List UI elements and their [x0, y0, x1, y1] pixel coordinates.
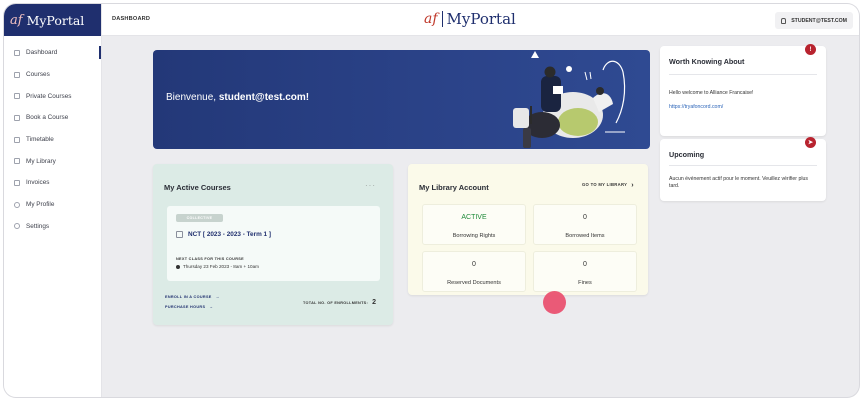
next-class-value: Thursday 23 Feb 2023 - 8am + 10am — [176, 264, 259, 269]
sidebar-nav: Dashboard Courses Private Courses Book a… — [4, 36, 101, 237]
sidebar-item-label: My Library — [26, 157, 56, 165]
library-icon — [14, 158, 20, 165]
brand-logo[interactable]: af MyPortal — [4, 4, 101, 36]
sidebar-item-label: Invoices — [26, 179, 50, 187]
arrow-right-icon: → — [209, 305, 214, 309]
sidebar-item-label: Timetable — [26, 136, 54, 144]
card-title: Upcoming — [669, 150, 705, 159]
enroll-link-label: ENROLL IN A COURSE — [165, 295, 212, 299]
stat-value: 0 — [583, 261, 587, 268]
stat-label: Fines — [578, 280, 592, 286]
calendar-icon — [14, 136, 20, 143]
borrowing-rights-stat: ACTIVE Borrowing Rights — [422, 204, 526, 245]
card-title: Worth Knowing About — [669, 57, 745, 66]
divider — [669, 165, 817, 166]
sidebar-item-profile[interactable]: My Profile — [4, 194, 101, 216]
stat-value: ACTIVE — [461, 214, 487, 221]
brand-mark: af — [10, 12, 23, 28]
sidebar-item-label: Private Courses — [26, 92, 72, 100]
enroll-link[interactable]: ENROLL IN A COURSE → — [165, 295, 220, 299]
course-type-badge: COLLECTIVE — [176, 214, 223, 222]
brand-name: MyPortal — [26, 12, 85, 28]
upcoming-card: ➤ Upcoming Aucun événement actif pour le… — [660, 137, 826, 201]
user-menu-button[interactable]: STUDENT@TEST.COM — [775, 12, 853, 29]
stat-label: Borrowing Rights — [452, 233, 496, 239]
stat-label: Borrowed Items — [565, 233, 605, 239]
purchase-hours-link[interactable]: PURCHASE HOURS → — [165, 305, 213, 309]
clock-icon — [176, 264, 180, 269]
sidebar-item-dashboard[interactable]: Dashboard — [4, 42, 101, 64]
reading-illustration — [513, 51, 626, 148]
stat-label: Reserved Documents — [447, 280, 501, 286]
more-options-icon[interactable]: ··· — [365, 181, 376, 190]
active-courses-panel: My Active Courses ··· COLLECTIVE NCT [ 2… — [153, 164, 393, 325]
course-card[interactable]: COLLECTIVE NCT [ 2023 - 2023 - Term 1 ] … — [167, 206, 380, 281]
dashboard-icon — [14, 49, 20, 56]
sidebar-item-label: My Profile — [26, 201, 55, 209]
sidebar-item-timetable[interactable]: Timetable — [4, 129, 101, 151]
arrow-right-icon: → — [215, 295, 220, 299]
sidebar-item-library[interactable]: My Library — [4, 150, 101, 172]
sidebar-item-label: Book a Course — [26, 114, 69, 122]
sidebar-item-invoices[interactable]: Invoices — [4, 172, 101, 194]
invoice-icon — [14, 179, 20, 186]
go-to-library-label: GO TO MY LIBRARY — [582, 182, 628, 187]
stat-value: 0 — [472, 261, 476, 268]
logo-name: MyPortal — [446, 10, 516, 28]
card-text: Hello welcome to Alliance Francaise! — [669, 90, 754, 96]
purchase-link-label: PURCHASE HOURS — [165, 305, 206, 309]
go-to-library-link[interactable]: GO TO MY LIBRARY › — [582, 182, 634, 189]
enrollment-count-label: TOTAL NO. OF ENROLLMENTS: — [303, 300, 369, 305]
active-indicator — [99, 46, 101, 59]
user-email: STUDENT@TEST.COM — [791, 17, 847, 24]
sidebar: af MyPortal Dashboard Courses Private Co… — [4, 4, 102, 397]
logo-mark: af — [424, 11, 438, 27]
panel-title: My Active Courses — [164, 183, 231, 192]
fines-stat: 0 Fines — [533, 251, 637, 292]
card-text: Aucun événement actif pour le moment. Ve… — [669, 176, 808, 189]
cursor-indicator — [543, 291, 566, 314]
website-link[interactable]: https://tryafoncord.com/ — [669, 104, 818, 111]
course-name: NCT [ 2023 - 2023 - Term 1 ] — [188, 231, 271, 238]
next-class-time: Thursday 23 Feb 2023 - 8am + 10am — [183, 264, 259, 269]
sidebar-item-private-courses[interactable]: Private Courses — [4, 85, 101, 107]
divider — [669, 74, 817, 75]
gear-icon — [14, 223, 20, 230]
app-window: af MyPortal Dashboard Courses Private Co… — [4, 4, 859, 397]
courses-icon — [14, 71, 20, 78]
sidebar-item-book-course[interactable]: Book a Course — [4, 107, 101, 129]
chevron-right-icon: › — [631, 182, 634, 189]
course-title[interactable]: NCT [ 2023 - 2023 - Term 1 ] — [176, 231, 271, 238]
worth-knowing-card: ! Worth Knowing About Hello welcome to A… — [660, 44, 826, 136]
sidebar-item-courses[interactable]: Courses — [4, 64, 101, 86]
private-courses-icon — [14, 93, 20, 100]
info-badge-icon: ! — [805, 44, 816, 55]
top-bar: DASHBOARD af MyPortal STUDENT@TEST.COM — [102, 4, 859, 36]
stat-value: 0 — [583, 214, 587, 221]
enrollment-count: TOTAL NO. OF ENROLLMENTS: 2 — [303, 299, 376, 306]
welcome-banner: Bienvenue, student@test.com! — [153, 50, 650, 149]
sidebar-item-settings[interactable]: Settings — [4, 216, 101, 238]
library-account-panel: My Library Account GO TO MY LIBRARY › ACT… — [408, 164, 648, 295]
enrollment-count-value: 2 — [372, 299, 377, 306]
reserved-documents-stat: 0 Reserved Documents — [422, 251, 526, 292]
borrowed-items-stat: 0 Borrowed Items — [533, 204, 637, 245]
send-badge-icon: ➤ — [805, 137, 816, 148]
next-class-label: NEXT CLASS FOR THIS COURSE — [176, 257, 244, 261]
profile-icon — [14, 201, 20, 208]
sidebar-item-label: Courses — [26, 71, 50, 79]
center-logo[interactable]: af MyPortal — [424, 10, 516, 28]
book-course-icon — [14, 114, 20, 121]
sidebar-item-label: Settings — [26, 222, 50, 230]
sidebar-item-label: Dashboard — [26, 49, 58, 57]
logo-divider — [441, 11, 443, 27]
course-icon — [176, 231, 183, 238]
breadcrumb: DASHBOARD — [112, 16, 151, 22]
user-icon — [781, 17, 787, 24]
panel-title: My Library Account — [419, 183, 489, 192]
